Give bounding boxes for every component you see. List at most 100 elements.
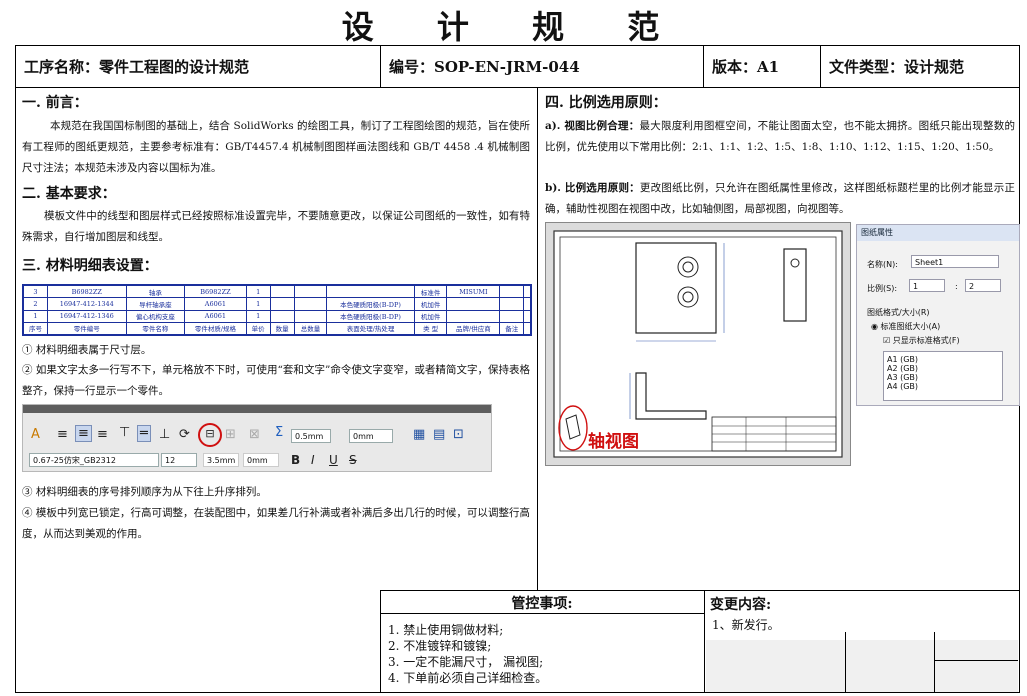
bom-cell: 机加件 (413, 297, 448, 311)
control-list: 1. 禁止使用铜做材料; 2. 不准镀锌和镀镍; 3. 一定不能漏尺寸， 漏视图… (388, 622, 547, 686)
signature-divider-2 (934, 632, 935, 693)
bom-cell (523, 284, 531, 299)
bom-cell: 16947-412-1346 (46, 309, 127, 323)
italic-button[interactable]: I (311, 453, 315, 467)
toolbar-titlebar (23, 405, 491, 413)
bom-cell: B6982ZZ (46, 284, 127, 299)
note-3: ③ 材料明细表的序号排列顺序为从下往上升序排列。 (22, 486, 267, 498)
section-3-title: 三. 材料明细表设置： (22, 258, 158, 274)
sheet-size-item[interactable]: A2 (GB) (887, 364, 999, 373)
bom-cell: 1 (245, 297, 271, 311)
bom-cell: A6061 (184, 309, 247, 323)
bom-cell: 1 (245, 309, 271, 323)
footer-mid-line (704, 590, 705, 693)
bom-cell: 备注 (499, 321, 525, 336)
font-name-select[interactable]: 0.67-25仿宋_GB2312 (29, 453, 159, 467)
bom-cell: 标准件 (413, 284, 448, 299)
note-2: ② 如果文字太多一行写不下，单元格放不下时，可使用“套和文字”命令使文字变窄，或… (22, 364, 530, 397)
bom-cell: 偏心机构支座 (125, 309, 186, 323)
bom-cell: 类 型 (413, 321, 448, 336)
bom-cell: 总数量 (293, 321, 328, 336)
doc-type-cell: 文件类型：设计规范 (821, 46, 1019, 88)
sheet-name-input[interactable]: Sheet1 (911, 255, 999, 268)
bom-cell (523, 321, 531, 336)
valign-bottom-icon[interactable]: ⊥ (159, 427, 170, 442)
bom-cell: 本色硬质阳极(B-DP) (326, 309, 415, 323)
align-left-icon[interactable]: ≡ (57, 427, 68, 442)
split-cells-icon[interactable]: ⊠ (249, 427, 260, 442)
bom-cell: 单价 (245, 321, 271, 336)
standard-size-radio[interactable]: ◉ 标准图纸大小(A) (871, 321, 940, 332)
font-size-select[interactable]: 12 (161, 453, 197, 467)
sheet-properties-dialog: 图纸属性 名称(N): Sheet1 比例(S): 1 : 2 图纸格式/大小(… (856, 224, 1020, 406)
bom-cell (269, 284, 295, 299)
table-grid-icon[interactable]: ▦ (413, 427, 425, 442)
sheet-size-item[interactable]: A3 (GB) (887, 373, 999, 382)
bold-button[interactable]: B (291, 453, 300, 467)
bom-cell: 3 (23, 284, 48, 299)
bom-cell: 数量 (269, 321, 295, 336)
spacing-field[interactable]: 0mm (243, 453, 279, 467)
bom-cell (326, 284, 415, 299)
rotate-icon[interactable]: ⟳ (179, 427, 190, 442)
bom-cell (446, 309, 501, 323)
bom-row: 3 B6982ZZ 轴承 B6982ZZ 1 标准件 MISUMI (23, 284, 531, 299)
scale-numerator-input[interactable]: 1 (909, 279, 945, 292)
sheet-size-item[interactable]: A1 (GB) (887, 355, 999, 364)
sum-icon[interactable]: Σ (275, 425, 283, 440)
dialog-title: 图纸属性 (857, 225, 1019, 241)
only-standard-checkbox[interactable]: ☑ 只显示标准格式(F) (883, 335, 960, 346)
merge-cells-icon[interactable]: ⊞ (225, 427, 236, 442)
bom-cell: 1 (245, 284, 271, 299)
align-right-icon[interactable]: ≡ (97, 427, 108, 442)
signature-area (706, 640, 1018, 692)
section-4a-head: a). 视图比例合理： (545, 120, 640, 132)
underline-button[interactable]: U (329, 453, 338, 467)
bom-cell: 2 (23, 297, 48, 311)
strike-button[interactable]: S (349, 453, 357, 467)
axis-view-label: 轴视图 (588, 432, 639, 452)
bom-cell (293, 284, 328, 299)
control-title: 管控事项: (511, 596, 573, 612)
offset-field[interactable]: 0mm (349, 429, 393, 443)
control-item: 1. 禁止使用铜做材料; (388, 623, 504, 637)
bom-cell: 零件名称 (125, 321, 186, 336)
valign-middle-icon[interactable]: ═ (137, 425, 151, 442)
sheet-size-item[interactable]: A4 (GB) (887, 382, 999, 391)
bom-cell: A6061 (184, 297, 247, 311)
scale-denominator-input[interactable]: 2 (965, 279, 1001, 292)
code-cell: 编号：SOP-EN-JRM-044 (381, 46, 704, 88)
scale-separator: : (955, 282, 958, 291)
bom-cell: 本色硬质阳极(B-DP) (326, 297, 415, 311)
table-lines-icon[interactable]: ▤ (433, 427, 445, 442)
bom-table-image: 3 B6982ZZ 轴承 B6982ZZ 1 标准件 MISUMI 2 16947-412-13… (22, 284, 532, 336)
sheet-size-list[interactable]: A1 (GB) A2 (GB) A3 (GB) A4 (GB) (883, 351, 1003, 401)
scale-label: 比例(S): (867, 284, 898, 293)
font-icon[interactable]: A (31, 427, 40, 442)
footer-top-line (380, 590, 1020, 591)
table-border-icon[interactable]: ⊡ (453, 427, 464, 442)
bom-cell (293, 309, 328, 323)
document-title: 设 计 规 范 (341, 8, 686, 46)
bom-cell: 品牌/供应商 (446, 321, 501, 336)
section-4b-head: b). 比例选用原则： (545, 182, 640, 194)
note-1: ① 材料明细表属于尺寸层。 (22, 344, 152, 356)
fit-text-icon[interactable]: ⊟ (198, 423, 222, 447)
drawing-sheet-image: 轴视图 (545, 222, 851, 466)
align-center-icon[interactable]: ≡ (75, 425, 92, 442)
bom-cell (499, 297, 525, 311)
bom-cell (269, 297, 295, 311)
line-width-field[interactable]: 0.5mm (291, 429, 331, 443)
process-name-cell: 工序名称：零件工程图的设计规范 (16, 46, 381, 88)
section-2-text: 模板文件中的线型和图层样式已经按照标准设置完毕，不要随意更改，以保证公司图纸的一… (22, 210, 530, 243)
valign-top-icon[interactable]: ⊤ (119, 425, 130, 440)
section-2-title: 二. 基本要求： (22, 186, 116, 202)
control-item: 2. 不准镀锌和镀镍; (388, 639, 492, 653)
section-4-title: 四. 比例选用原则： (545, 95, 667, 111)
change-text: 1、新发行。 (712, 618, 780, 632)
text-height-field[interactable]: 3.5mm (203, 453, 239, 467)
bom-cell: 16947-412-1344 (46, 297, 127, 311)
bom-cell: 轴承 (125, 284, 186, 299)
bom-cell (499, 284, 525, 299)
section-1-title: 一. 前言： (22, 95, 88, 111)
